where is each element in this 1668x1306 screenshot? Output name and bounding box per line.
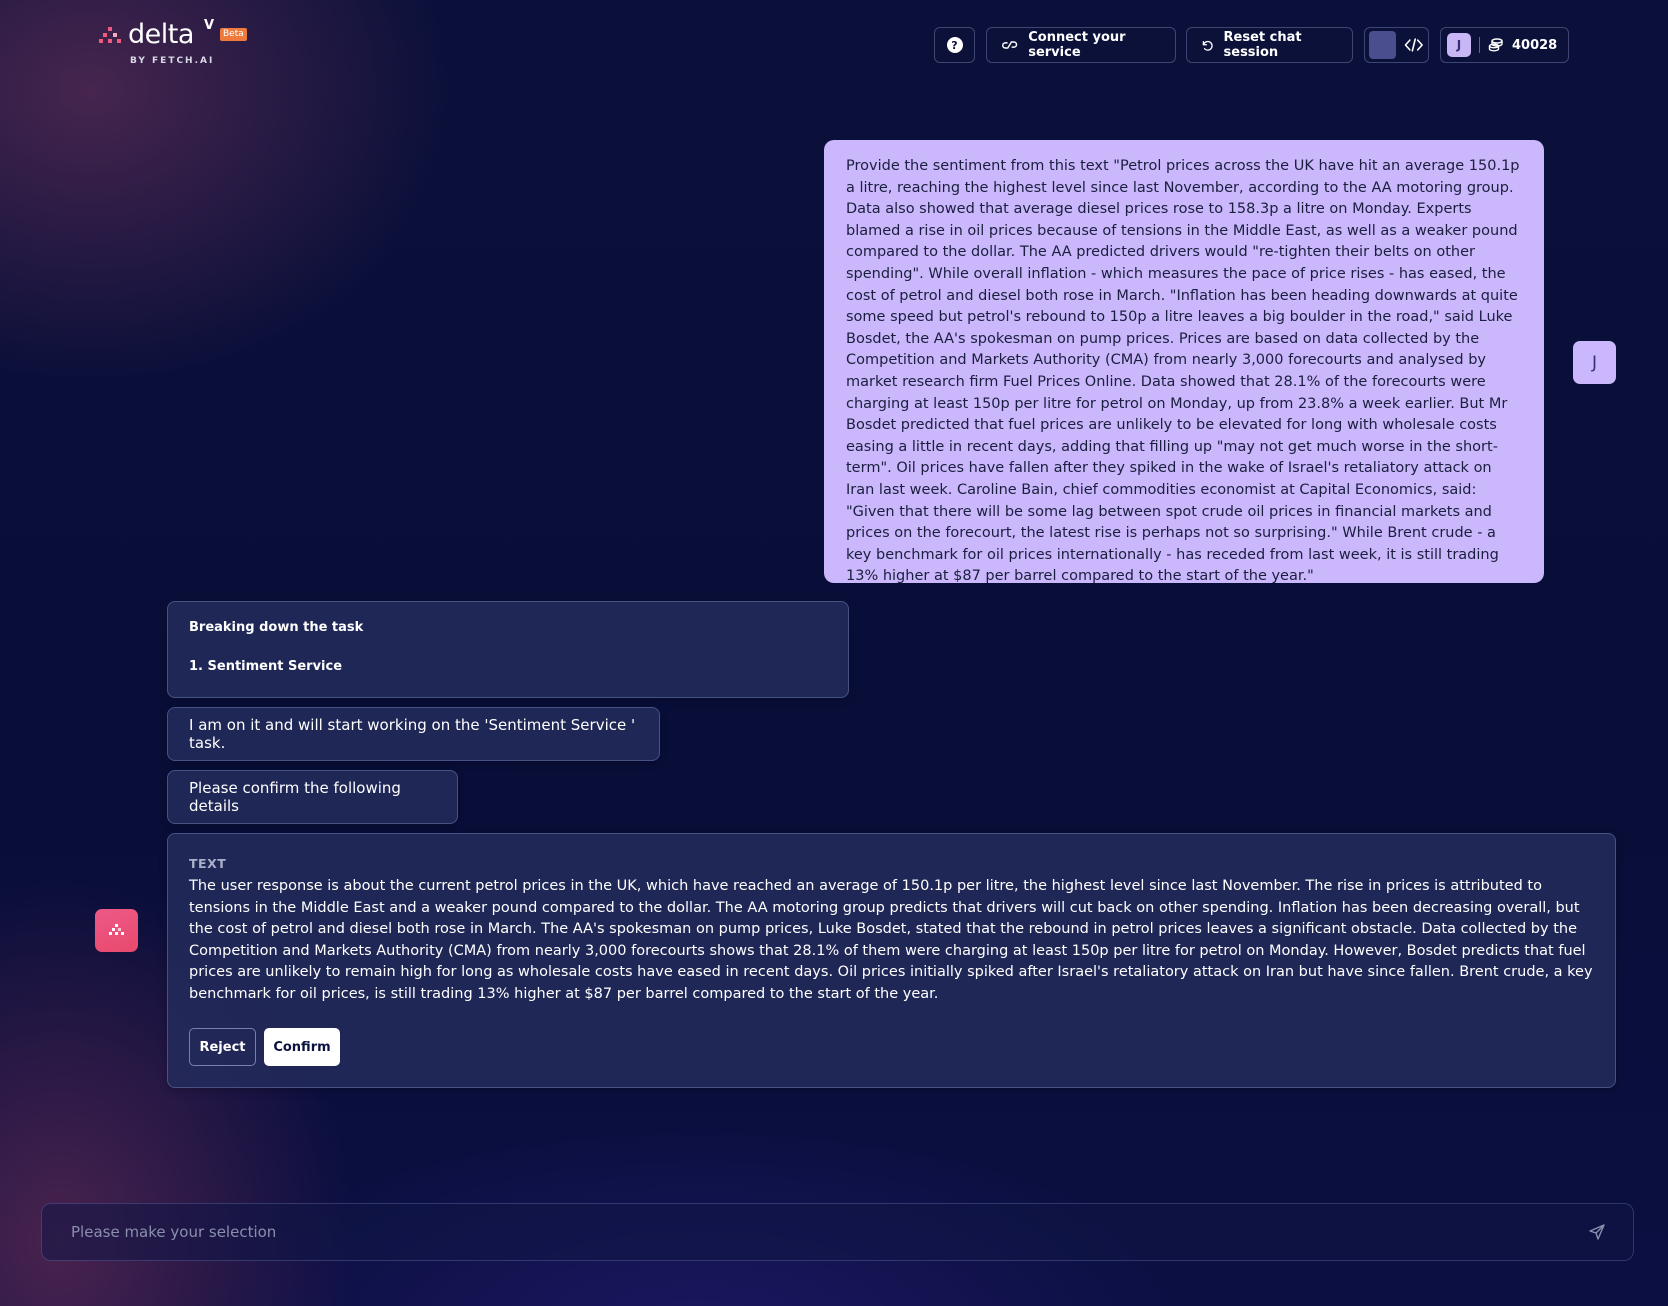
code-icon[interactable] (1404, 37, 1424, 53)
connect-service-button[interactable]: Connect your service (986, 27, 1176, 63)
deltav-logo-icon (108, 923, 124, 935)
credits-count: 40028 (1512, 37, 1558, 53)
send-icon[interactable] (1588, 1223, 1606, 1241)
rotate-ccw-icon (1202, 40, 1213, 51)
reset-chat-label: Reset chat session (1223, 30, 1302, 60)
user-avatar-small[interactable]: J (1447, 33, 1471, 57)
chat-input[interactable] (71, 1223, 1588, 1241)
logo-superscript: V (204, 18, 215, 33)
divider (1479, 37, 1480, 53)
details-field-value: The user response is about the current p… (189, 878, 1593, 1002)
deltav-logo-icon (99, 27, 121, 43)
developer-toggle[interactable] (1364, 27, 1429, 63)
coins-icon (1488, 38, 1503, 52)
agent-avatar (95, 909, 138, 952)
reject-button[interactable]: Reject (189, 1028, 256, 1066)
confirm-prompt-text: Please confirm the following details (189, 779, 401, 815)
details-field-label: TEXT (189, 856, 227, 871)
confirm-prompt-bubble: Please confirm the following details (167, 770, 458, 824)
logo-wordmark: delta (128, 19, 194, 50)
color-swatch[interactable] (1369, 31, 1397, 59)
connect-service-label: Connect your service (1028, 30, 1126, 60)
deltav-logo[interactable]: delta V Beta BY FETCH.AI (98, 18, 248, 68)
beta-badge: Beta (220, 28, 247, 41)
breakdown-item: 1. Sentiment Service (189, 659, 343, 674)
reset-chat-button[interactable]: Reset chat session (1186, 27, 1353, 63)
credits-badge[interactable]: J 40028 (1440, 27, 1569, 63)
details-actions: Reject Confirm (189, 1028, 340, 1066)
confirm-details-card: TEXT The user response is about the curr… (167, 833, 1616, 1088)
user-message-bubble: Provide the sentiment from this text "Pe… (824, 140, 1544, 584)
question-circle-icon: ? (946, 37, 963, 53)
working-message-bubble: I am on it and will start working on the… (167, 707, 660, 761)
task-breakdown-bubble: Breaking down the task 1. Sentiment Serv… (167, 601, 849, 698)
link-icon (1002, 41, 1018, 49)
logo-byline: BY FETCH.AI (130, 56, 215, 66)
confirm-button[interactable]: Confirm (264, 1028, 340, 1066)
help-button[interactable]: ? (934, 27, 975, 63)
breakdown-title: Breaking down the task (189, 620, 364, 635)
working-message-text: I am on it and will start working on the… (189, 716, 636, 752)
chat-input-bar (41, 1203, 1634, 1261)
user-avatar: J (1573, 341, 1616, 384)
